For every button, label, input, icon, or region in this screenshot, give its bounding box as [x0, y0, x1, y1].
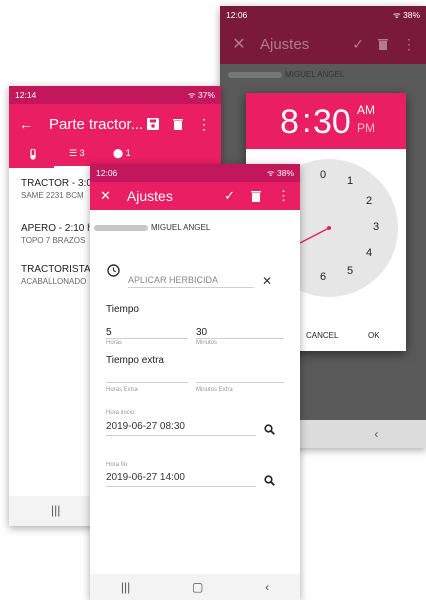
back-icon[interactable]: ‹ [265, 580, 269, 594]
wifi-icon: ᯤ [266, 167, 277, 178]
cancel-button[interactable]: CANCEL [306, 331, 338, 340]
recent-apps-icon[interactable]: ||| [121, 580, 130, 594]
list-item[interactable]: TRACTOR - 3:00 SAME 2231 BCM [21, 178, 98, 200]
user-name: MIGUEL ANGEL [151, 223, 211, 232]
hours-underline [106, 338, 188, 339]
test-tube-icon [30, 148, 36, 160]
user-row: MIGUEL ANGEL [94, 223, 210, 232]
more-icon[interactable]: ⋮ [402, 36, 416, 53]
time-picker-header: 8 : 30 AM PM [246, 93, 406, 149]
page-title: Ajustes [260, 35, 310, 53]
status-time: 12:06 [226, 10, 248, 20]
tiempo-label: Tiempo [106, 304, 139, 315]
picker-minute[interactable]: 30 [313, 103, 351, 142]
page-title: Parte tractor... [49, 115, 144, 133]
navigation-bar: ||| ▢ ‹ [90, 574, 300, 600]
task-input[interactable]: APLICAR HERBICIDA [128, 275, 218, 285]
clock-icon [107, 264, 120, 282]
minutes-label: Minutos [196, 340, 218, 346]
clock-number-1[interactable]: 1 [347, 175, 353, 187]
delete-icon[interactable] [173, 118, 183, 130]
close-icon[interactable]: ✕ [230, 34, 248, 54]
delete-icon[interactable] [378, 38, 388, 50]
app-bar: ✕ Ajustes ✓ ⋮ [90, 182, 300, 210]
battery-level: 38% [402, 9, 420, 20]
clock-number-2[interactable]: 2 [366, 195, 372, 207]
start-time-field[interactable]: 2019-06-27 08:30 [106, 421, 185, 432]
picker-separator: : [302, 102, 312, 140]
picker-am[interactable]: AM [357, 103, 375, 117]
battery-level: 37% [197, 89, 215, 100]
page-title: Ajustes [126, 188, 173, 204]
clock-center [327, 226, 331, 230]
end-time-underline [106, 486, 256, 487]
clock-number-5[interactable]: 5 [347, 265, 353, 277]
status-bar: 12:06 ᯤ 38% [220, 6, 426, 24]
item-title: TRACTORISTA [21, 264, 91, 275]
list-item[interactable]: APERO - 2:10 h TOPO 7 BRAZOS [21, 223, 93, 245]
tab-location-count: 1 [125, 148, 131, 158]
app-bar: ✕ Ajustes ✓ ⋮ [220, 24, 426, 64]
delete-icon[interactable] [251, 190, 261, 202]
list-item[interactable]: TRACTORISTA ACABALLONADO [21, 264, 91, 286]
user-row: MIGUEL ANGEL [228, 70, 344, 79]
item-subtitle: TOPO 7 BRAZOS [21, 236, 86, 245]
clear-task-icon[interactable]: ✕ [262, 274, 272, 288]
tab-list[interactable]: ☰ 3 [69, 148, 85, 159]
user-name: MIGUEL ANGEL [285, 70, 345, 79]
front-phone-screen: 12:06 ᯤ 38% ✕ Ajustes ✓ ⋮ MIGUEL ANGEL A… [90, 164, 300, 600]
clock-number-6[interactable]: 6 [320, 271, 326, 283]
more-icon[interactable]: ⋮ [197, 116, 211, 133]
ok-button[interactable]: OK [368, 331, 380, 340]
close-icon[interactable]: ✕ [100, 188, 111, 204]
list-icon: ☰ [69, 148, 78, 158]
check-icon[interactable]: ✓ [352, 36, 364, 53]
back-arrow-icon[interactable]: ← [19, 116, 33, 132]
save-icon[interactable] [147, 118, 159, 130]
end-time-field[interactable]: 2019-06-27 14:00 [106, 472, 185, 483]
item-subtitle: ACABALLONADO [21, 277, 87, 286]
minutes-field[interactable]: 30 [196, 327, 207, 338]
clock-number-4[interactable]: 4 [366, 247, 372, 259]
location-pin-icon: ⬤ [113, 148, 124, 158]
item-title: TRACTOR - 3:00 [21, 178, 98, 189]
more-icon[interactable]: ⋮ [277, 188, 290, 204]
recent-apps-icon[interactable]: ||| [51, 503, 60, 517]
status-time: 12:06 [96, 168, 118, 178]
picker-hour[interactable]: 8 [280, 103, 299, 142]
status-time: 12:14 [15, 90, 37, 100]
clock-number-3[interactable]: 3 [373, 221, 379, 233]
home-icon[interactable]: ▢ [192, 580, 203, 594]
wifi-icon: ᯤ [187, 89, 198, 100]
clock-number-0[interactable]: 0 [320, 169, 326, 181]
clock-hand [299, 227, 330, 244]
extra-hours-field[interactable]: Horas Extra [106, 387, 138, 393]
hours-field[interactable]: 5 [106, 327, 112, 338]
tab-list-count: 3 [79, 148, 85, 158]
status-bar: 12:06 ᯤ 38% [90, 164, 300, 182]
extra-minutes-underline [196, 382, 284, 383]
end-time-search-icon[interactable] [264, 473, 275, 491]
battery-level: 38% [276, 167, 294, 178]
end-time-label: Hora fin: [106, 462, 129, 468]
wifi-icon: ᯤ [392, 9, 403, 20]
tab-location[interactable]: ⬤ 1 [113, 148, 131, 159]
start-time-label: Hora inicio: [106, 410, 137, 416]
check-icon[interactable]: ✓ [224, 188, 235, 204]
start-time-underline [106, 435, 256, 436]
back-icon[interactable]: ‹ [374, 427, 378, 441]
task-underline [128, 287, 254, 288]
tab-tools[interactable] [29, 148, 37, 166]
hours-label: Horas [106, 340, 123, 346]
extra-hours-underline [106, 382, 188, 383]
picker-pm[interactable]: PM [357, 121, 375, 135]
app-bar: ← Parte tractor... ⋮ [9, 104, 221, 144]
minutes-underline [196, 338, 284, 339]
extra-time-label: Tiempo extra [106, 355, 164, 366]
item-title: APERO - 2:10 h [21, 223, 93, 234]
item-subtitle: SAME 2231 BCM [21, 191, 84, 200]
status-bar: 12:14 ᯤ 37% [9, 86, 221, 104]
start-time-search-icon[interactable] [264, 422, 275, 440]
extra-minutes-field[interactable]: Minutos Extra [196, 387, 233, 393]
